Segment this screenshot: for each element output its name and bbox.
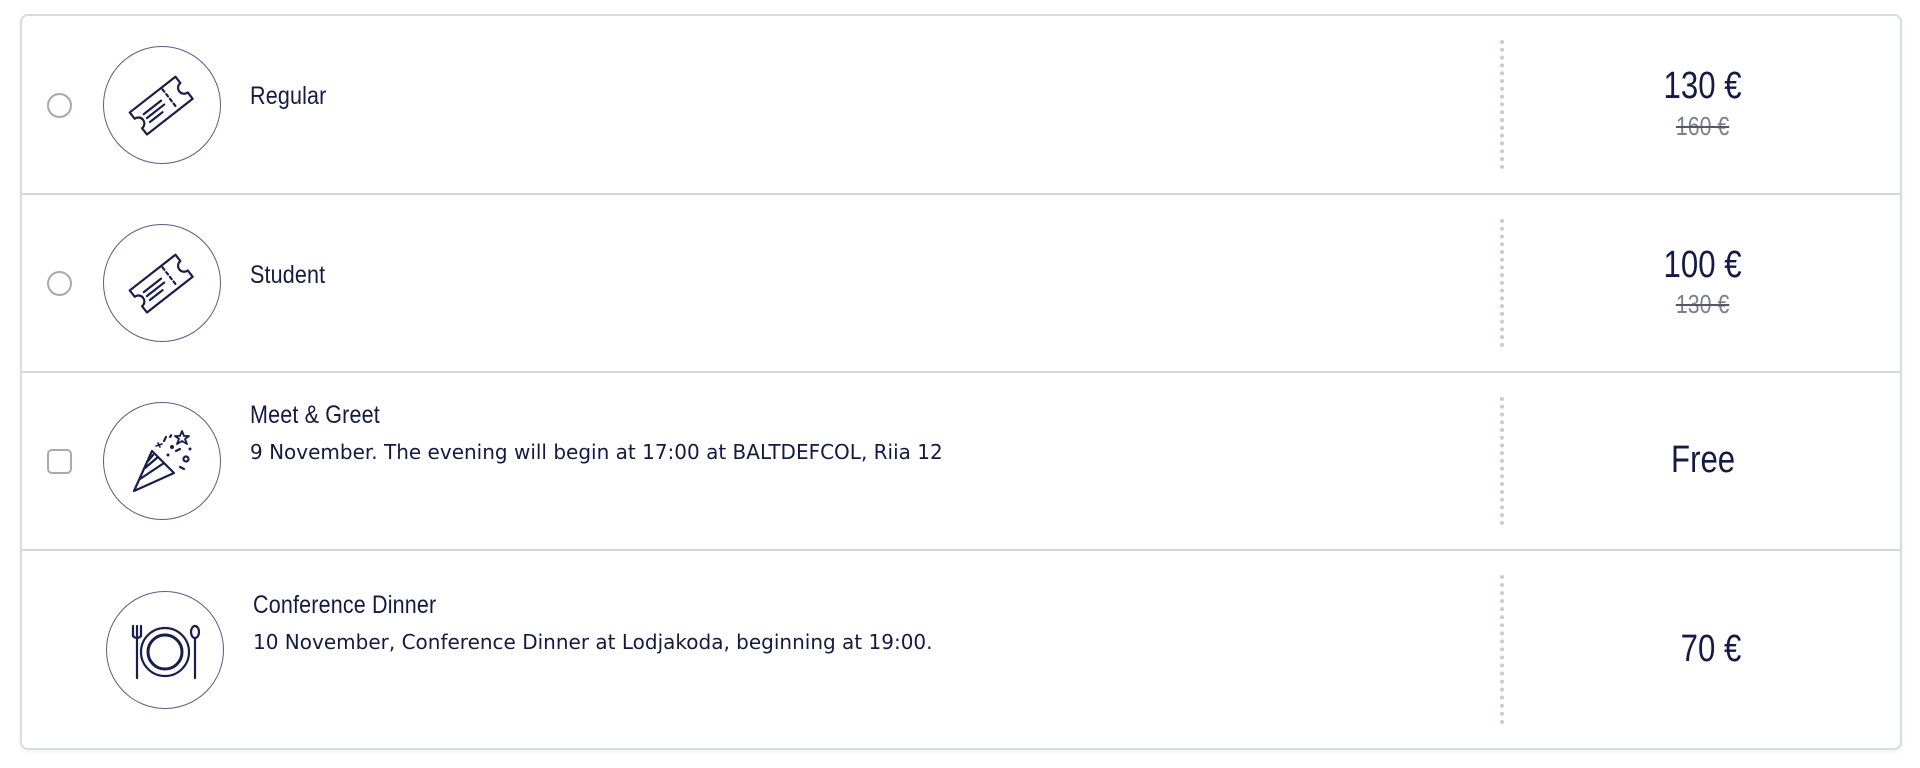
ticket-text: Student (250, 261, 1560, 290)
price-block: 70 € (1506, 551, 1900, 748)
party-popper-icon (103, 402, 221, 520)
ticket-option-student[interactable]: Student 100 € 130 € (22, 193, 1900, 371)
regular-radio[interactable] (47, 92, 72, 118)
ticket-icon (103, 224, 221, 342)
ticket-text: Meet & Greet 9 November. The evening wil… (250, 401, 1560, 464)
ticket-text: Regular (250, 82, 1560, 111)
price-block: 130 € 160 € (1506, 16, 1900, 193)
student-radio[interactable] (47, 271, 72, 296)
ticket-text: Conference Dinner 10 November, Conferenc… (253, 591, 1560, 654)
ticket-title: Regular (250, 82, 327, 110)
ticket-options-card: Regular 130 € 160 € Student 100 € 130 € … (20, 14, 1902, 750)
ticket-price: 70 € (1680, 627, 1742, 670)
ticket-title: Conference Dinner (253, 591, 437, 619)
ticket-icon (103, 45, 221, 164)
ticket-old-price: 130 € (1676, 289, 1730, 320)
ticket-option-meet-and-greet[interactable]: Meet & Greet 9 November. The evening wil… (22, 371, 1900, 549)
meet-and-greet-checkbox[interactable] (47, 449, 72, 474)
ticket-option-regular[interactable]: Regular 130 € 160 € (22, 16, 1900, 193)
ticket-description: 10 November, Conference Dinner at Lodjak… (253, 630, 933, 654)
ticket-price: 130 € (1664, 65, 1742, 108)
ticket-title: Student (250, 261, 326, 289)
row-divider (1500, 575, 1504, 724)
row-divider (1500, 397, 1504, 525)
ticket-old-price: 160 € (1676, 110, 1730, 141)
price-block: Free (1506, 373, 1900, 549)
row-divider (1500, 40, 1504, 169)
price-block: 100 € 130 € (1506, 195, 1900, 371)
row-divider (1500, 219, 1504, 347)
ticket-price: Free (1670, 439, 1736, 482)
ticket-price: 100 € (1664, 243, 1742, 286)
ticket-option-conference-dinner: Conference Dinner 10 November, Conferenc… (22, 549, 1900, 748)
ticket-description: 9 November. The evening will begin at 17… (250, 440, 943, 464)
dinner-plate-icon (106, 590, 224, 709)
ticket-title: Meet & Greet (250, 401, 380, 429)
